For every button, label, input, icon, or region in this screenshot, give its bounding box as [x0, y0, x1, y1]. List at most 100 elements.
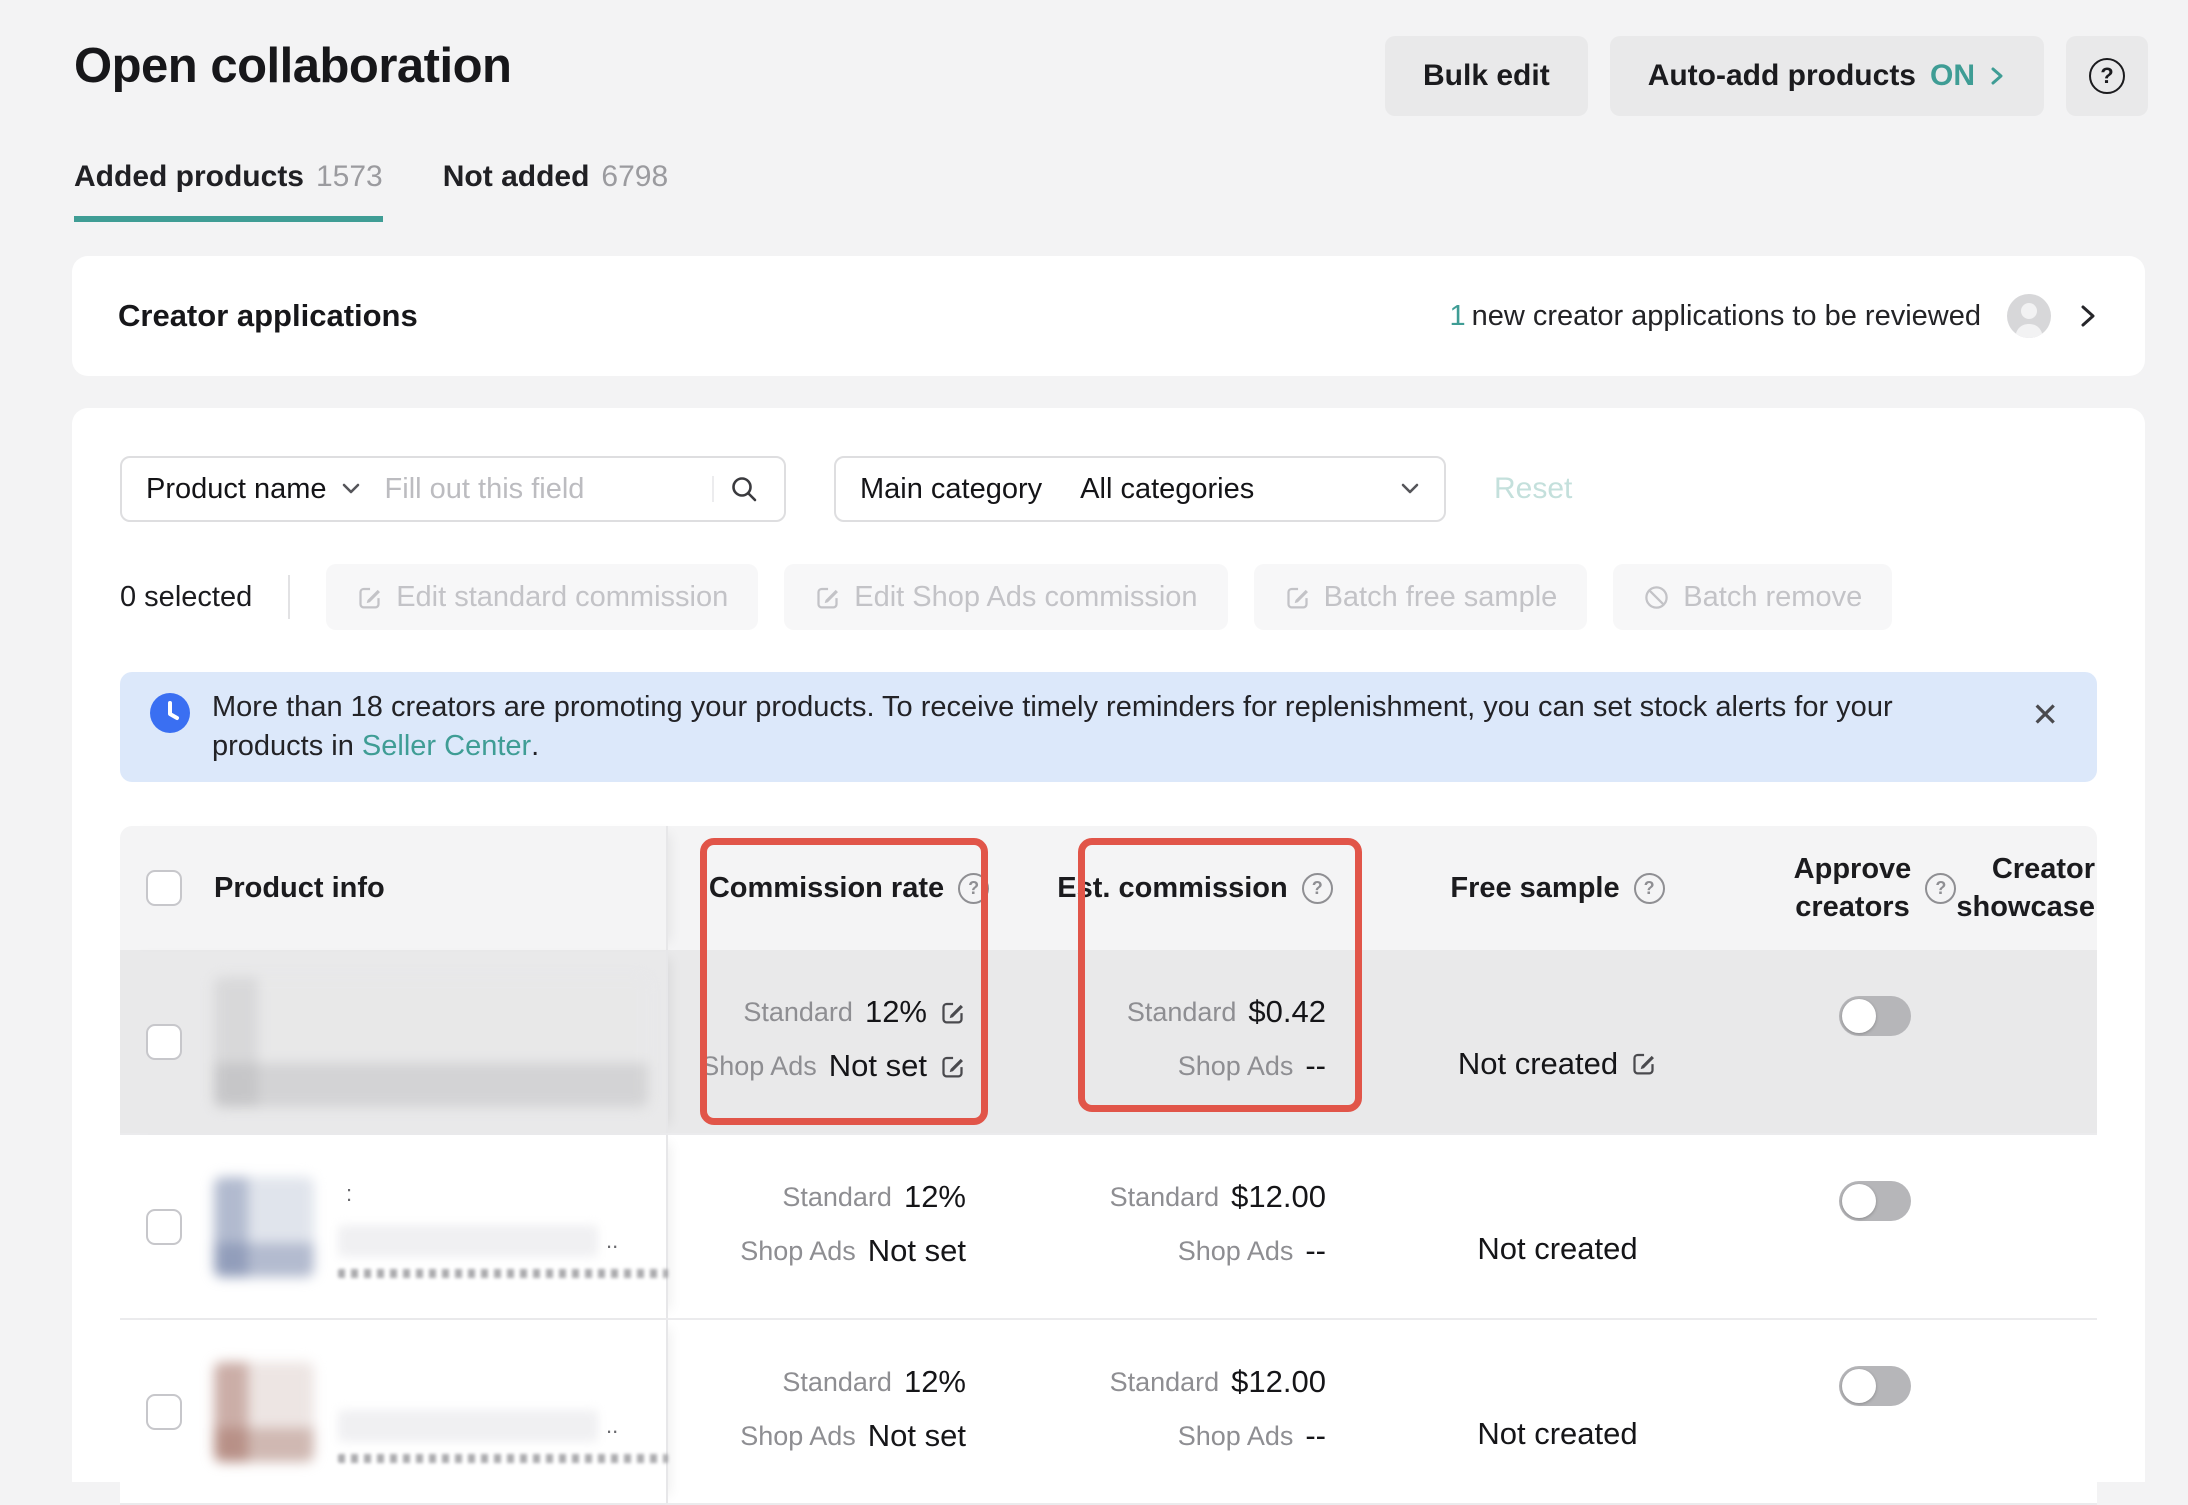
edit-icon — [1284, 584, 1311, 611]
header-product-info: Product info — [120, 826, 668, 950]
standard-est-value: $0.42 — [1248, 994, 1326, 1030]
shop-ads-label: Shop Ads — [740, 1421, 856, 1452]
creator-showcase-cell — [1995, 1135, 2095, 1318]
header-label: Free sample — [1450, 872, 1619, 905]
edit-standard-commission-button[interactable]: Edit standard commission — [326, 564, 758, 630]
auto-add-state: ON — [1930, 59, 1975, 93]
header-label: Creator — [1992, 850, 2095, 888]
shop-ads-est-value: -- — [1305, 1418, 1326, 1454]
edit-icon — [814, 584, 841, 611]
header-label: showcase — [1956, 888, 2095, 926]
creator-applications-message: 1new creator applications to be reviewed — [1449, 300, 1981, 333]
blurred-product-image — [214, 1362, 314, 1462]
tab-added-products[interactable]: Added products 1573 — [74, 160, 383, 222]
standard-label: Standard — [743, 997, 853, 1028]
tab-count: 1573 — [316, 160, 383, 194]
row-checkbox[interactable] — [146, 1394, 182, 1430]
standard-label: Standard — [1110, 1182, 1220, 1213]
header-est-commission: Est. commission ? — [1030, 826, 1360, 950]
header-label: Approve — [1794, 850, 1912, 888]
help-icon: ? — [2089, 58, 2125, 94]
bulk-edit-button[interactable]: Bulk edit — [1385, 36, 1588, 116]
shop-ads-est-value: -- — [1305, 1233, 1326, 1269]
auto-add-label: Auto-add products — [1648, 59, 1916, 93]
main-category-select[interactable]: Main category All categories — [834, 456, 1446, 522]
tab-label: Not added — [443, 160, 590, 194]
divider — [288, 575, 290, 619]
prohibit-icon — [1643, 584, 1670, 611]
tab-not-added[interactable]: Not added 6798 — [443, 160, 668, 222]
approve-creators-toggle[interactable] — [1839, 1366, 1911, 1406]
table-row[interactable]: : .. Standard 12% Shop Ads Not set Stand… — [120, 1135, 2097, 1320]
standard-label: Standard — [782, 1367, 892, 1398]
standard-est-value: $12.00 — [1231, 1179, 1326, 1215]
close-icon[interactable]: ✕ — [2027, 688, 2063, 741]
help-icon[interactable]: ? — [1634, 873, 1665, 904]
product-search-field[interactable]: Product name Fill out this field — [120, 456, 786, 522]
header-label: Product info — [214, 872, 385, 905]
search-field-selector[interactable]: Product name — [146, 473, 327, 506]
creator-applications-card[interactable]: Creator applications 1new creator applic… — [72, 256, 2145, 376]
shop-ads-label: Shop Ads — [1178, 1236, 1294, 1267]
approve-creators-toggle[interactable] — [1839, 1181, 1911, 1221]
chevron-right-icon — [1989, 64, 2006, 88]
product-info-cell: : .. — [120, 1135, 668, 1318]
edit-icon[interactable] — [1630, 1050, 1657, 1077]
creator-showcase-cell — [1995, 950, 2095, 1133]
bulk-edit-label: Bulk edit — [1423, 59, 1550, 93]
batch-remove-button[interactable]: Batch remove — [1613, 564, 1892, 630]
table-row[interactable]: .. Standard 12% Shop Ads Not set Standar… — [120, 1320, 2097, 1505]
approve-creators-cell — [1755, 1320, 1995, 1503]
free-sample-cell: Not created — [1360, 1320, 1755, 1503]
header-creator-showcase: Creator showcase — [1995, 826, 2095, 950]
button-label: Batch free sample — [1324, 581, 1558, 614]
blurred-product-image — [214, 1177, 314, 1277]
seller-center-link[interactable]: Seller Center — [362, 730, 531, 762]
standard-label: Standard — [1110, 1367, 1220, 1398]
shop-ads-rate-value: Not set — [829, 1048, 927, 1084]
avatar — [2007, 294, 2051, 338]
help-icon[interactable]: ? — [1302, 873, 1333, 904]
table-row[interactable]: Standard 12% Shop Ads Not set Standard $… — [120, 950, 2097, 1135]
creator-applications-count: 1 — [1449, 300, 1465, 332]
standard-rate-value: 12% — [904, 1179, 966, 1215]
chevron-down-icon — [1400, 482, 1420, 496]
tab-count: 6798 — [601, 160, 668, 194]
blurred-product-text: : .. — [338, 1175, 658, 1278]
filter-bar: Product name Fill out this field Main ca… — [120, 456, 2097, 522]
help-button[interactable]: ? — [2066, 36, 2148, 116]
button-label: Edit standard commission — [396, 581, 728, 614]
products-panel: Product name Fill out this field Main ca… — [72, 408, 2145, 1482]
chevron-right-icon[interactable] — [2077, 301, 2099, 331]
batch-buttons: Edit standard commission Edit Shop Ads c… — [326, 564, 1892, 630]
est-commission-cell: Standard $12.00 Shop Ads -- — [1030, 1135, 1360, 1318]
auto-add-products-button[interactable]: Auto-add products ON — [1610, 36, 2044, 116]
help-icon[interactable]: ? — [958, 873, 989, 904]
reset-button[interactable]: Reset — [1494, 472, 1572, 506]
help-icon[interactable]: ? — [1925, 873, 1956, 904]
shop-ads-label: Shop Ads — [1178, 1421, 1294, 1452]
select-all-checkbox[interactable] — [146, 870, 182, 906]
approve-creators-toggle[interactable] — [1839, 996, 1911, 1036]
chevron-down-icon — [341, 482, 361, 496]
free-sample-value: Not created — [1477, 1231, 1637, 1267]
edit-icon[interactable] — [939, 999, 966, 1026]
header-commission-rate: Commission rate ? — [668, 826, 1030, 950]
creator-showcase-cell — [1995, 1320, 2095, 1503]
category-label: Main category — [860, 473, 1042, 506]
edit-shop-ads-commission-button[interactable]: Edit Shop Ads commission — [784, 564, 1227, 630]
search-input[interactable]: Fill out this field — [385, 473, 698, 506]
creator-applications-title: Creator applications — [118, 298, 418, 334]
free-sample-value: Not created — [1477, 1416, 1637, 1452]
header-label: Est. commission — [1057, 872, 1287, 905]
commission-rate-cell: Standard 12% Shop Ads Not set — [668, 950, 1030, 1133]
tab-bar: Added products 1573 Not added 6798 — [74, 160, 668, 222]
row-checkbox[interactable] — [146, 1024, 182, 1060]
edit-icon[interactable] — [939, 1053, 966, 1080]
search-icon[interactable] — [728, 473, 760, 505]
est-commission-cell: Standard $0.42 Shop Ads -- — [1030, 950, 1360, 1133]
blurred-product-image — [214, 977, 648, 1107]
batch-free-sample-button[interactable]: Batch free sample — [1254, 564, 1588, 630]
row-checkbox[interactable] — [146, 1209, 182, 1245]
button-label: Edit Shop Ads commission — [854, 581, 1197, 614]
